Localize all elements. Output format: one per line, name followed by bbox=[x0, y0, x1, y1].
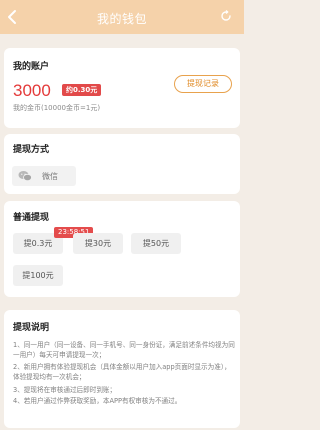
withdraw-method-card: 提现方式 微信 bbox=[4, 134, 240, 194]
account-card: 我的账户 3000 约0.30元 我的金币(10000金币=1元) 提现记录 bbox=[4, 48, 240, 128]
exchange-rate-text: 我的金币(10000金币=1元) bbox=[13, 104, 101, 112]
notes-title: 提现说明 bbox=[13, 323, 50, 333]
note-item: 3、提现将在审核通过后即时到账； bbox=[13, 386, 117, 394]
withdraw-record-button[interactable]: 提现记录 bbox=[174, 75, 232, 93]
coin-balance: 3000 bbox=[13, 81, 51, 100]
withdraw-option-3[interactable]: 提100元 bbox=[13, 265, 63, 286]
note-item: 1、同一用户（同一设备、同一手机号、同一身份证，满足前述条件均视为同一用户）每天… bbox=[13, 341, 235, 359]
method-label: 微信 bbox=[42, 172, 58, 181]
wechat-method-option[interactable]: 微信 bbox=[12, 166, 76, 186]
note-item: 2、新用户拥有体验提现机会（具体金额以用户加入app页面时显示为准），体验提现均… bbox=[13, 363, 231, 381]
withdraw-title: 普通提现 bbox=[13, 213, 50, 223]
withdraw-option-2[interactable]: 提50元 bbox=[131, 233, 181, 254]
top-bar: 我的钱包 bbox=[0, 0, 244, 34]
wechat-icon bbox=[18, 171, 32, 182]
approx-value-badge: 约0.30元 bbox=[62, 84, 102, 96]
normal-withdraw-card: 普通提现 提0.3元 23:58:51 提30元 提50元 提100元 bbox=[4, 201, 240, 297]
page-title: 我的钱包 bbox=[96, 12, 147, 26]
refresh-icon[interactable] bbox=[220, 10, 232, 22]
withdraw-option-1[interactable]: 提30元 bbox=[73, 233, 123, 254]
account-title: 我的账户 bbox=[13, 62, 50, 72]
method-title: 提现方式 bbox=[13, 145, 50, 155]
note-item: 4、若用户通过作弊获取奖励，本APP有权审核为不通过。 bbox=[13, 397, 182, 405]
withdraw-notes-card: 提现说明 1、同一用户（同一设备、同一手机号、同一身份证，满足前述条件均视为同一… bbox=[4, 310, 240, 428]
